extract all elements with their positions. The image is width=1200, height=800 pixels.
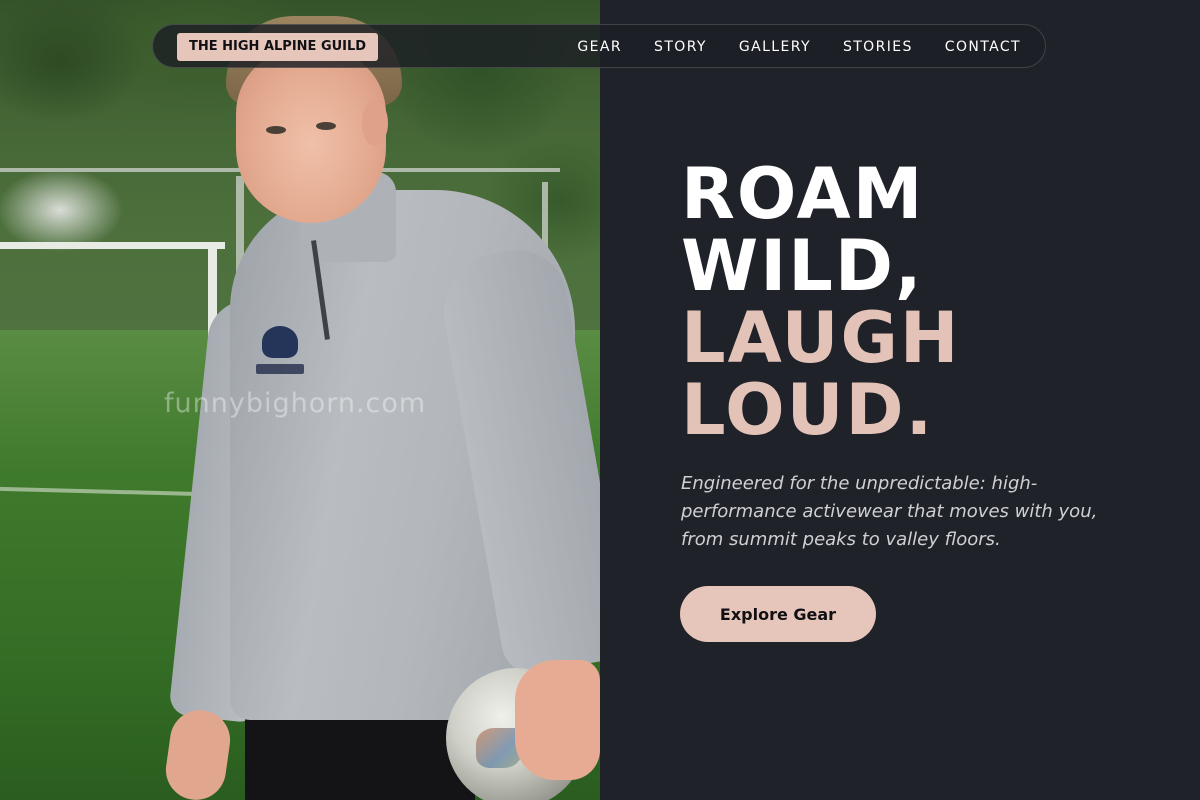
hero-headline: ROAM WILD, LAUGH LOUD.	[681, 158, 961, 446]
headline-line-4: LOUD.	[681, 369, 935, 451]
nav-link-gear[interactable]: GEAR	[577, 39, 622, 55]
photo-watermark: funnybighorn.com	[164, 388, 427, 419]
headline-line-1: ROAM	[681, 153, 925, 235]
photo-hand-left	[162, 706, 234, 800]
nav-link-story[interactable]: STORY	[654, 39, 707, 55]
nav-link-contact[interactable]: CONTACT	[945, 39, 1021, 55]
photo-eye	[266, 126, 286, 134]
hero-photo: funnybighorn.com	[0, 0, 600, 800]
explore-gear-button[interactable]: Explore Gear	[680, 586, 876, 642]
nav-links: GEAR STORY GALLERY STORIES CONTACT	[577, 25, 1021, 69]
nav-link-gallery[interactable]: GALLERY	[739, 39, 811, 55]
nav-link-stories[interactable]: STORIES	[843, 39, 913, 55]
hero-tagline: Engineered for the unpredictable: high-p…	[681, 473, 1098, 550]
top-navigation: THE HIGH ALPINE GUILD GEAR STORY GALLERY…	[152, 24, 1046, 68]
shirt-logo-icon	[262, 326, 298, 358]
photo-ear	[362, 100, 388, 146]
photo-hand-right	[515, 660, 600, 780]
photo-eye	[316, 122, 336, 130]
landing-page: funnybighorn.com THE HIGH ALPINE GUILD G…	[0, 0, 1200, 800]
headline-line-3: LAUGH	[681, 297, 961, 379]
brand-logo[interactable]: THE HIGH ALPINE GUILD	[177, 33, 379, 61]
headline-line-2: WILD,	[681, 225, 924, 307]
shirt-logo-text	[256, 364, 304, 374]
